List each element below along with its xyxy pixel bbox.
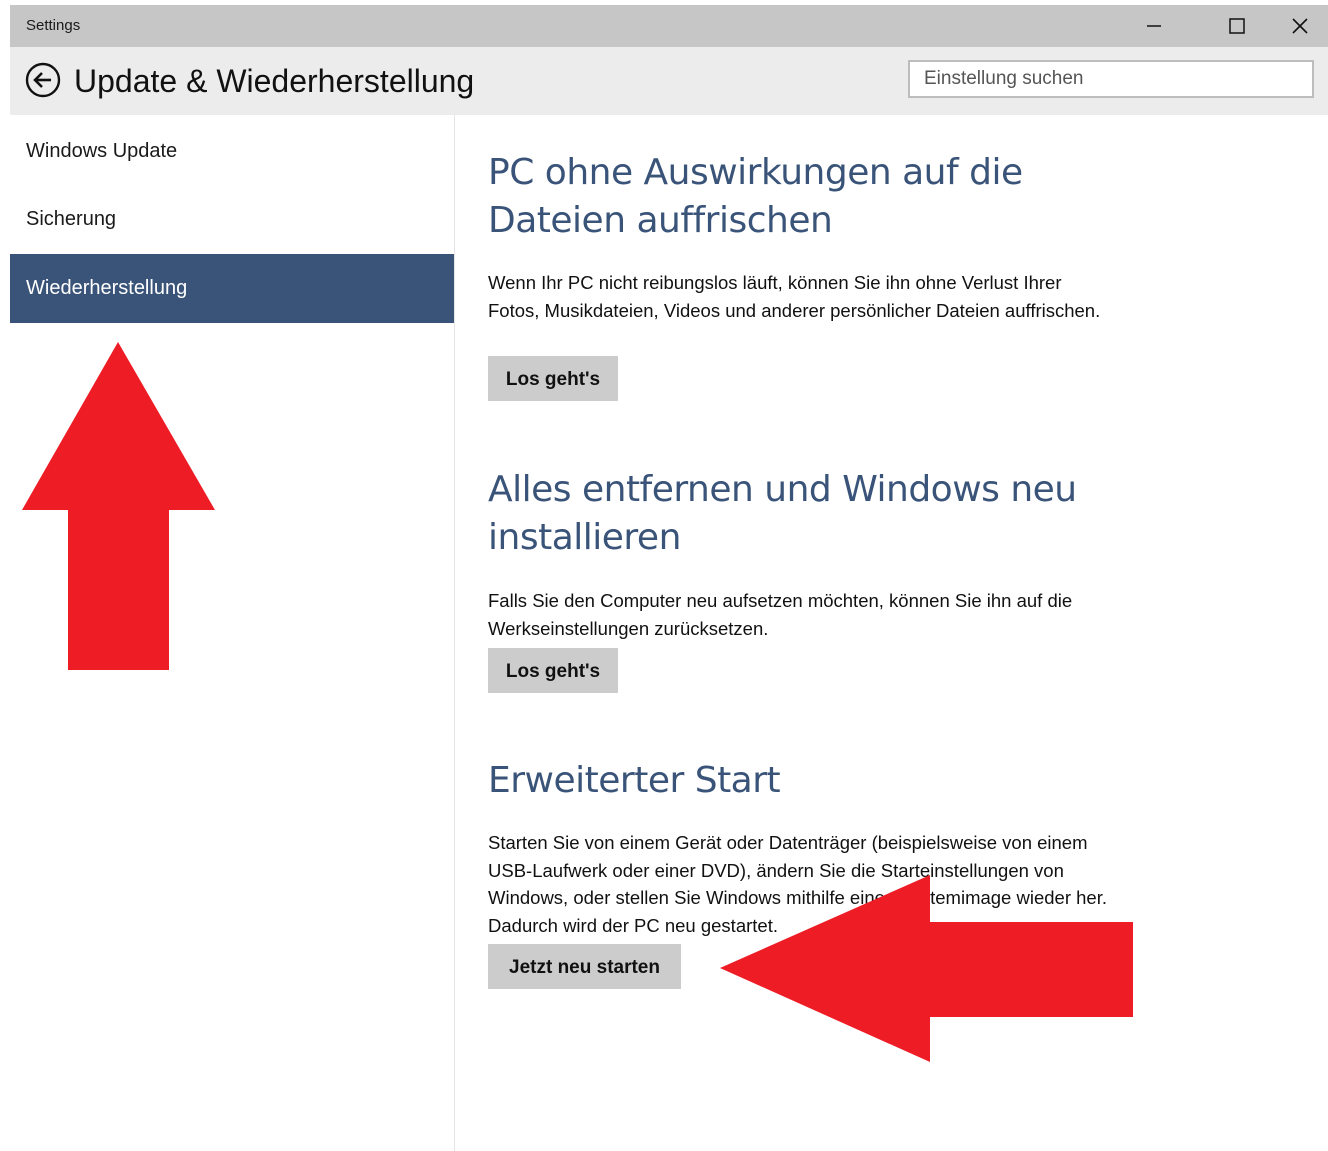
sidebar-item-wiederherstellung[interactable]: Wiederherstellung	[10, 254, 454, 323]
title-bar: Settings	[10, 5, 1328, 47]
close-icon	[1292, 18, 1308, 34]
back-arrow-icon	[25, 62, 61, 98]
sidebar-item-sicherung[interactable]: Sicherung	[10, 185, 454, 254]
section-title-refresh: PC ohne Auswirkungen auf die Dateien auf…	[488, 152, 1023, 241]
section-description-refresh: Wenn Ihr PC nicht reibungslos läuft, kön…	[488, 272, 1101, 321]
refresh-start-button[interactable]: Los geht's	[488, 356, 618, 401]
restart-now-button[interactable]: Jetzt neu starten	[488, 944, 681, 989]
maximize-icon	[1229, 18, 1245, 34]
back-button[interactable]	[24, 61, 62, 99]
section-description-advanced-start: Starten Sie von einem Gerät oder Datentr…	[488, 832, 1107, 936]
section-title-advanced-start: Erweiterter Start	[488, 760, 781, 801]
sidebar: Windows Update Sicherung Wiederherstellu…	[10, 115, 454, 1151]
app-title: Settings	[26, 17, 81, 34]
close-button[interactable]	[1268, 5, 1328, 47]
page-title: Update & Wiederherstellung	[74, 63, 475, 99]
maximize-button[interactable]	[1206, 5, 1268, 47]
search-input[interactable]	[908, 60, 1314, 98]
section-description-reset: Falls Sie den Computer neu aufsetzen möc…	[488, 590, 1073, 639]
settings-header: Update & Wiederherstellung	[10, 47, 1328, 115]
minimize-icon	[1147, 25, 1161, 27]
section-title-reset: Alles entfernen und Windows neu installi…	[488, 469, 1077, 558]
minimize-button[interactable]	[1123, 5, 1185, 47]
reset-start-button[interactable]: Los geht's	[488, 648, 618, 693]
sidebar-item-windows-update[interactable]: Windows Update	[10, 115, 454, 184]
sidebar-divider	[454, 115, 455, 1151]
